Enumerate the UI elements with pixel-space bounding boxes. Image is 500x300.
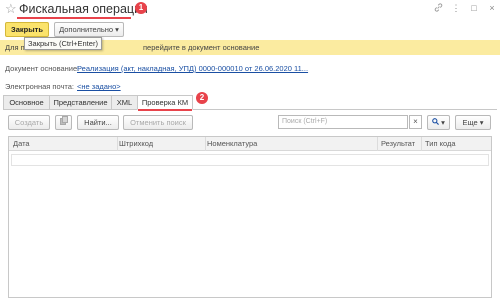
chevron-down-icon: ▾ <box>479 118 484 127</box>
more-icon[interactable]: ⋮ <box>451 3 461 14</box>
create-button[interactable]: Создать <box>8 115 50 130</box>
copy-icon <box>59 116 68 127</box>
table-row[interactable] <box>11 154 489 166</box>
more-actions-button[interactable]: Дополнительно ▾ <box>54 22 124 37</box>
info-banner-prefix: Для п <box>5 43 25 52</box>
column-result[interactable]: Результат <box>381 139 415 148</box>
more-table-actions-label: Еще <box>462 118 478 127</box>
window-controls: ⋮ □ × <box>433 3 497 14</box>
chevron-down-icon: ▾ <box>441 118 445 127</box>
annotation-marker-2: 2 <box>196 92 208 104</box>
column-divider <box>421 137 422 151</box>
tab-presentation[interactable]: Представление <box>49 95 112 110</box>
search-icon <box>432 118 441 127</box>
base-document-link[interactable]: Реализация (акт, накладная, УПД) 0000-00… <box>77 64 308 73</box>
title-highlight-underline <box>17 17 131 19</box>
close-icon[interactable]: × <box>487 3 497 14</box>
maximize-icon[interactable]: □ <box>469 3 479 14</box>
search-input[interactable]: Поиск (Ctrl+F) <box>278 115 408 129</box>
page-title: Фискальная операция <box>19 2 148 16</box>
title-bar: ☆ Фискальная операция 1 ⋮ □ × <box>0 0 500 20</box>
favorite-star-icon[interactable]: ☆ <box>5 2 17 16</box>
column-divider <box>117 137 118 151</box>
column-code-type[interactable]: Тип кода <box>425 139 456 148</box>
annotation-marker-1: 1 <box>135 2 147 14</box>
link-icon[interactable] <box>433 3 443 14</box>
column-date[interactable]: Дата <box>13 139 30 148</box>
close-button[interactable]: Закрыть <box>5 22 49 37</box>
column-barcode[interactable]: Штрихкод <box>119 139 153 148</box>
column-divider <box>377 137 378 151</box>
copy-button[interactable] <box>55 115 72 130</box>
column-divider <box>205 137 206 151</box>
chevron-down-icon: ▾ <box>115 25 119 34</box>
active-tab-highlight-underline <box>138 109 192 111</box>
table-header: Дата Штрихкод Номенклатура Результат Тип… <box>9 137 491 151</box>
info-banner-text: перейдите в документ основание <box>143 43 260 52</box>
clear-search-icon[interactable]: × <box>409 115 422 129</box>
find-button[interactable]: Найти... <box>77 115 119 130</box>
search-options-button[interactable]: ▾ <box>427 115 450 130</box>
tab-xml[interactable]: XML <box>111 95 138 110</box>
more-table-actions-button[interactable]: Еще ▾ <box>455 115 491 130</box>
km-check-table: Дата Штрихкод Номенклатура Результат Тип… <box>8 136 492 298</box>
tab-km-check[interactable]: Проверка КМ <box>137 95 193 110</box>
cancel-search-button[interactable]: Отменить поиск <box>123 115 193 130</box>
column-nomenclature[interactable]: Номенклатура <box>207 139 257 148</box>
base-document-label: Документ основание: <box>5 64 80 73</box>
tab-main[interactable]: Основное <box>3 95 50 110</box>
more-actions-label: Дополнительно <box>59 25 114 34</box>
close-button-tooltip: Закрыть (Ctrl+Enter) <box>24 37 102 50</box>
email-label: Электронная почта: <box>5 82 75 91</box>
email-link[interactable]: <не задано> <box>77 82 121 91</box>
